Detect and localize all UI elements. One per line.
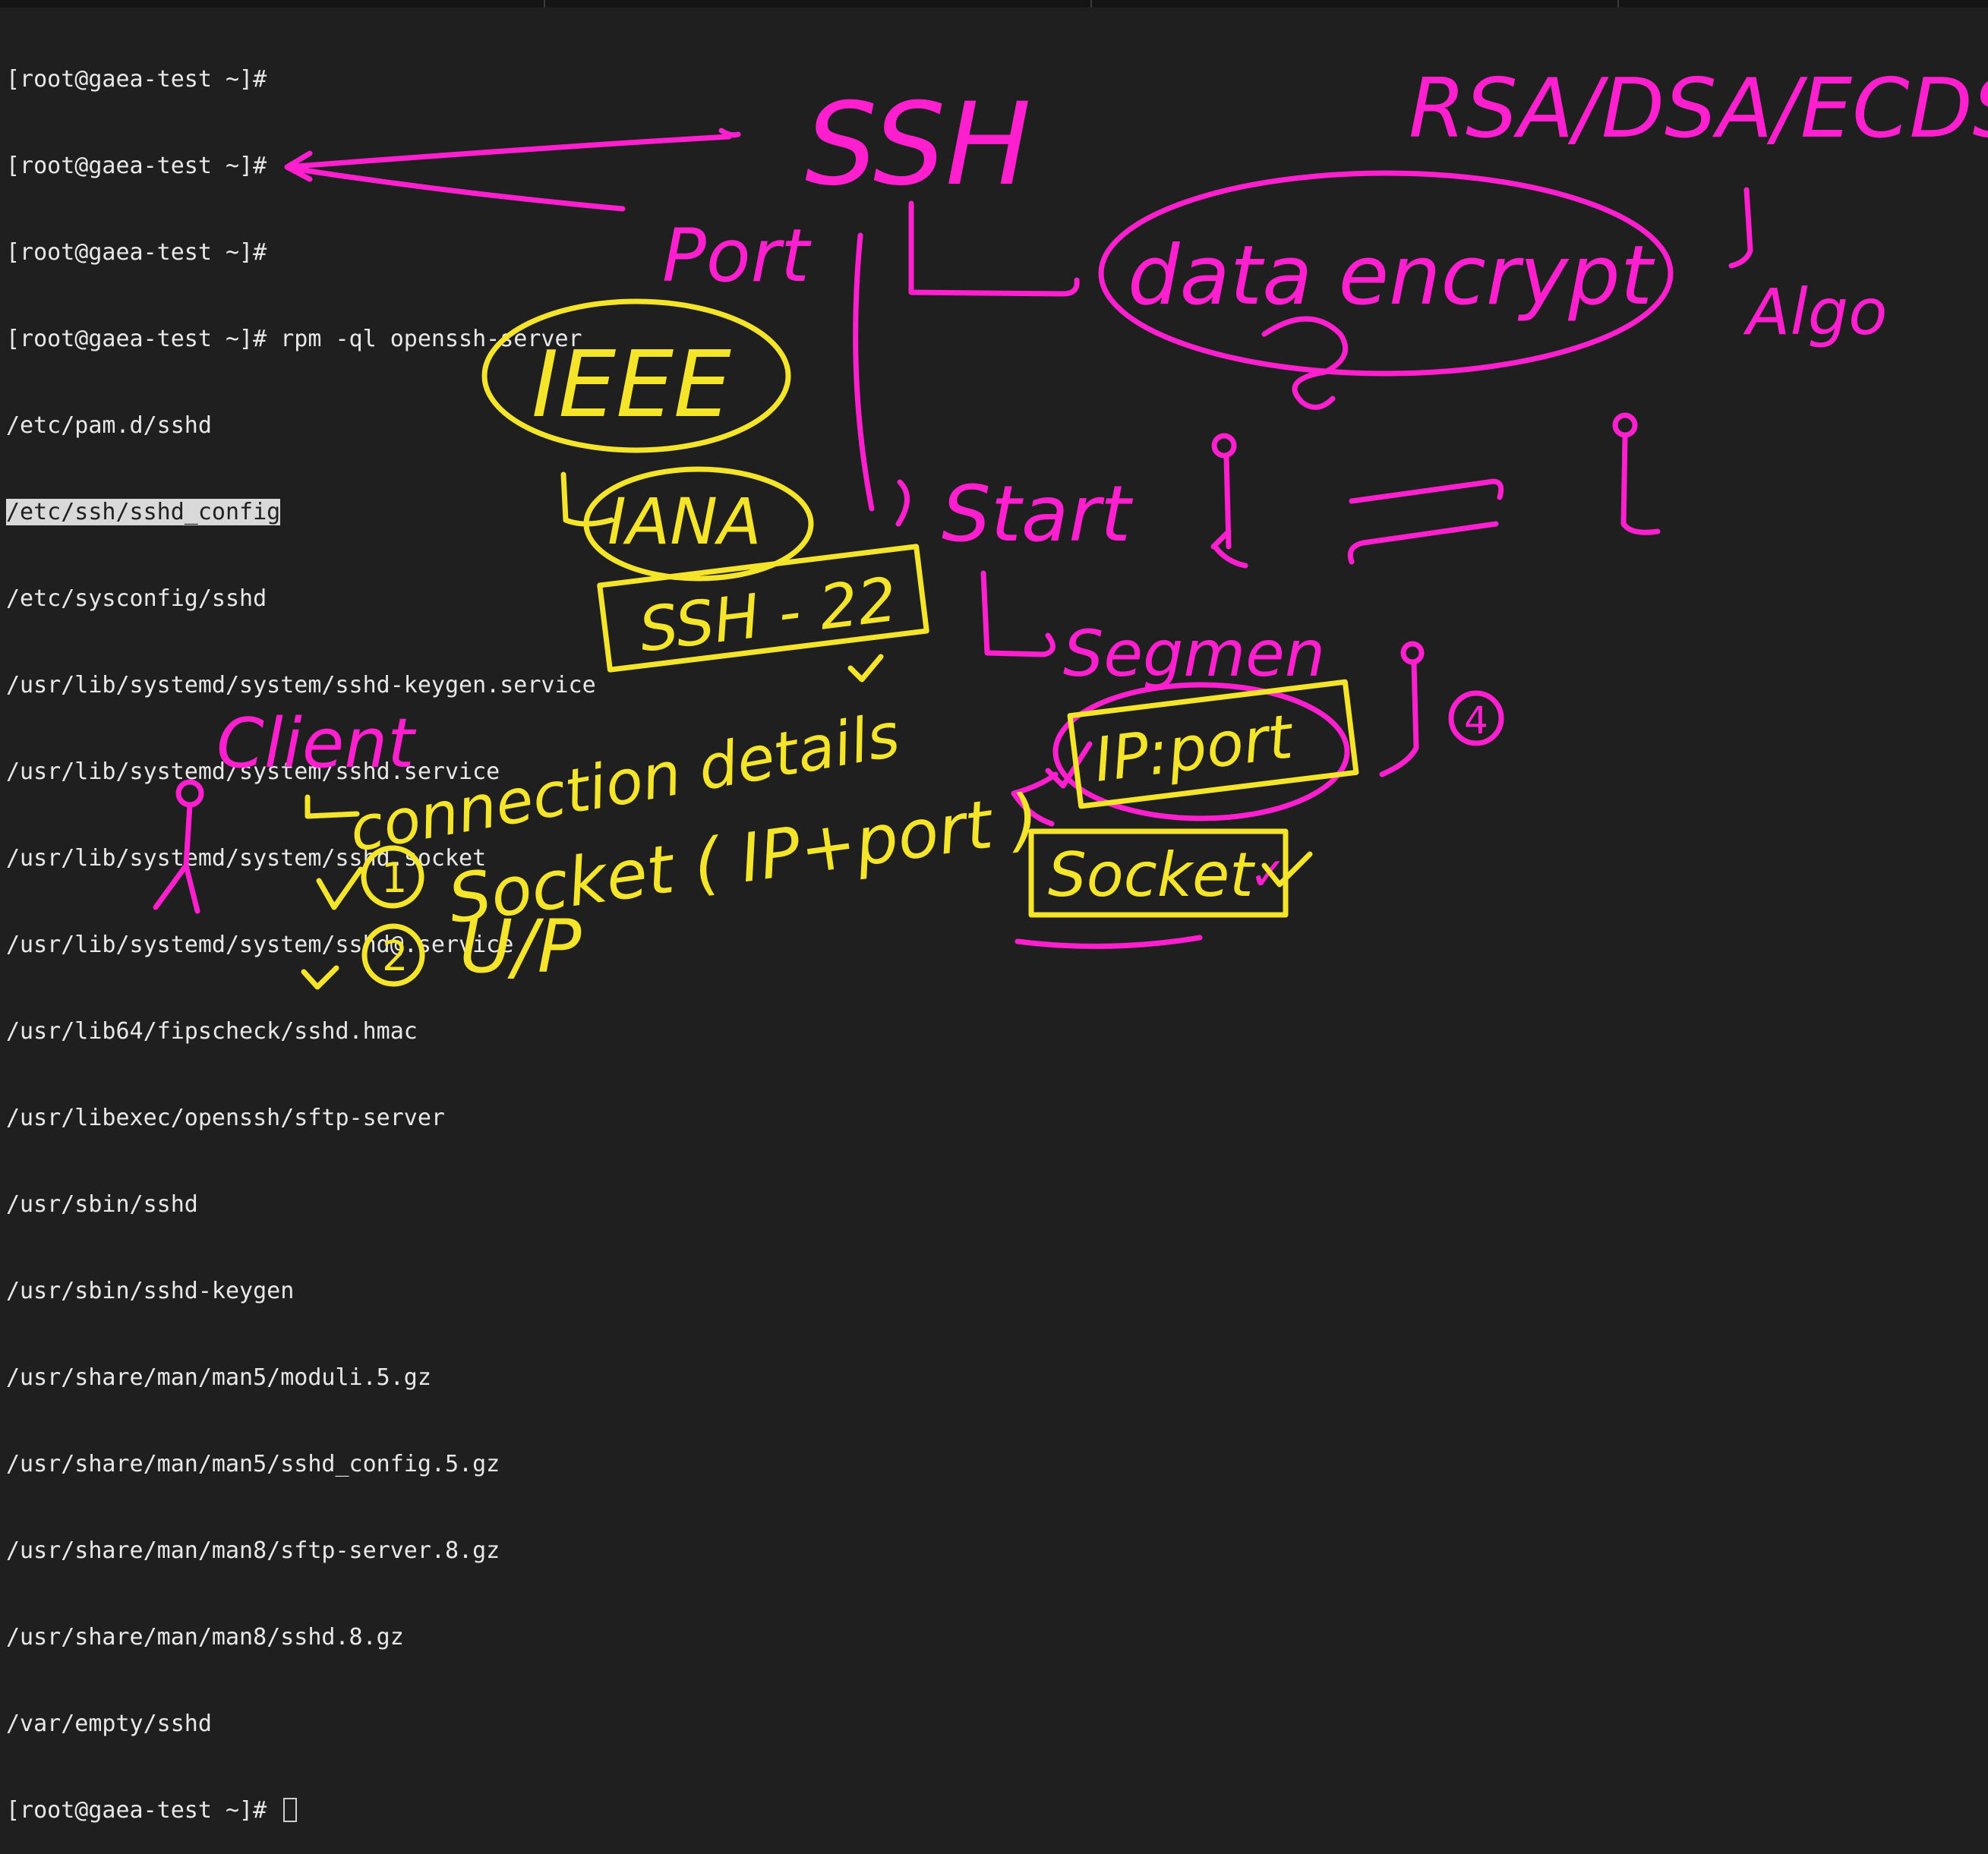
label-segment: Segmen [1063,616,1325,691]
output-line: /usr/share/man/man5/moduli.5.gz [6,1364,841,1392]
label-port: Port [662,213,812,298]
figure-head-icon [1211,433,1237,459]
figure-head-icon [1400,641,1425,665]
output-text: /usr/share/man/man5/sshd_config.5.gz [6,1451,500,1477]
output-line: /var/empty/sshd [6,1710,841,1739]
label-data-encrypt: data encrypt [1128,229,1655,323]
output-text: /usr/libexec/openssh/sftp-server [6,1105,445,1131]
output-line: /usr/sbin/sshd [6,1190,841,1219]
label-start: Start [942,469,1134,560]
output-text: /usr/sbin/sshd-keygen [6,1278,295,1304]
vertical-connector-icon [853,232,875,512]
arrow-to-config-icon [284,134,732,182]
check-icon [316,866,364,910]
figure-body-icon [1379,660,1419,777]
curl-stroke-icon [1261,316,1349,410]
socket-underline-icon [1015,935,1203,949]
figure-body-icon [1210,452,1248,569]
client-head-icon [175,779,204,808]
active-prompt-line[interactable]: [root@gaea-test ~]# [6,1796,841,1825]
ink-annotations-layer: SSH RSA/DSA/ECDSA Port data encrypt Algo… [153,61,1988,990]
arrow-right-icon [1349,478,1504,504]
label-iana: IANA [607,484,762,559]
label-client: Client [216,704,417,784]
arrow-left-icon [1347,521,1499,565]
arrow-tail [718,128,741,138]
label-socket: Socket [1048,840,1255,910]
output-text: /usr/sbin/sshd [6,1191,198,1218]
cursor-block[interactable] [283,1798,298,1822]
small-arc-icon [895,479,910,527]
output-line: /usr/share/man/man5/sshd_config.5.gz [6,1450,841,1479]
output-line: /usr/share/man/man8/sshd.8.gz [6,1623,841,1652]
prompt: [root@gaea-test ~]# [6,1797,267,1824]
output-line: /usr/lib64/fipscheck/sshd.hmac [6,1017,841,1046]
output-text: /usr/share/man/man8/sftp-server.8.gz [6,1537,500,1564]
check-icon [847,654,884,683]
label-ieee: IEEE [532,333,731,438]
output-line: /usr/libexec/openssh/sftp-server [6,1104,841,1133]
arrow-ssh-to-encrypt-icon [908,200,1080,297]
label-circled-1: 1 [381,854,407,902]
label-circled-2: 2 [382,932,408,980]
label-circled-4: 4 [1464,698,1488,743]
output-line: /usr/share/man/man8/sftp-server.8.gz [6,1537,841,1565]
output-text: /var/empty/sshd [6,1711,212,1737]
label-ssh: SSH [805,79,1031,211]
client-body-icon [153,802,200,914]
figure-body-icon [1620,434,1661,535]
output-line: /usr/sbin/sshd-keygen [6,1277,841,1306]
label-algorithms: RSA/DSA/ECDSA [1409,61,1988,156]
label-algo: Algo [1743,275,1888,349]
label-up: U/P [459,904,582,989]
figure-head-icon [1612,412,1638,438]
output-text: /usr/share/man/man5/moduli.5.gz [6,1364,431,1391]
arrow-start-to-segment-icon [980,570,1056,657]
arrow-line [289,166,626,212]
check-icon [301,965,339,990]
output-text: /usr/lib64/fipscheck/sshd.hmac [6,1018,418,1045]
output-text: /usr/share/man/man8/sshd.8.gz [6,1624,404,1651]
algo-bracket-icon [1728,187,1753,269]
